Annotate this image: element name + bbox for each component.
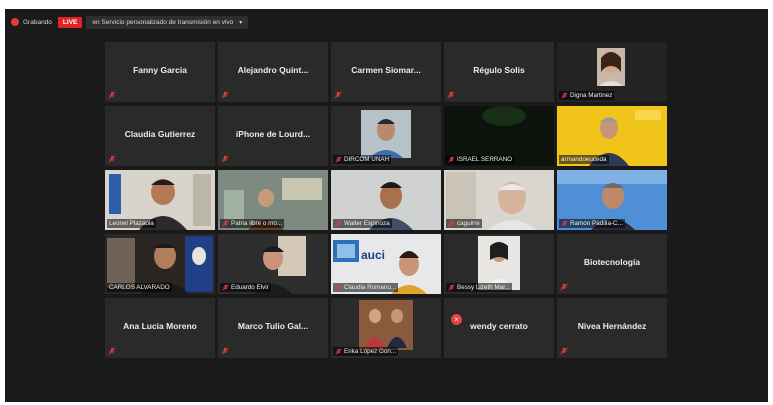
muted-mic-icon (221, 347, 229, 355)
participant-name: Régulo Solis (473, 65, 525, 75)
participant-label: DIRCOM UNAH (333, 155, 392, 164)
participant-name: Ramón Padilla-C... (570, 220, 623, 227)
participant-tile[interactable]: Eduardo Elvir (218, 234, 328, 294)
auci-logo: auci (361, 248, 386, 262)
participant-tile[interactable]: ISRAEL SERRANO (444, 106, 554, 166)
participant-label: Bessy Lizeth Mar... (446, 283, 513, 292)
participant-label: caguirre (446, 219, 482, 228)
muted-mic-icon (560, 347, 568, 355)
participant-label: ISRAEL SERRANO (446, 155, 515, 164)
participant-tile[interactable]: Régulo Solis (444, 42, 554, 102)
stream-dropdown[interactable]: en Servicio personalizado de transmisión… (86, 15, 249, 29)
muted-mic-icon (560, 283, 568, 291)
muted-mic-icon (561, 220, 568, 227)
top-bar: Grabando LIVE en Servicio personalizado … (5, 9, 768, 35)
participant-name: Claudia Romano... (344, 284, 397, 291)
participant-name: Ana Lucia Moreno (123, 321, 197, 331)
participant-tile[interactable]: Ramón Padilla-C... (557, 170, 667, 230)
recording-icon (11, 18, 19, 26)
muted-mic-icon (448, 284, 455, 291)
participant-tile[interactable]: Biotecnología (557, 234, 667, 294)
participant-name: Digna Martinez (570, 92, 613, 99)
muted-mic-icon (448, 156, 455, 163)
participant-label: Patria libre o mo... (220, 219, 285, 228)
muted-mic-icon (335, 156, 342, 163)
muted-mic-icon (561, 92, 568, 99)
participant-name: Carmen Siomar... (351, 65, 421, 75)
participant-tile[interactable]: Fanny Garcia (105, 42, 215, 102)
participant-tile[interactable]: Patria libre o mo... (218, 170, 328, 230)
participant-label: Leonel Plazaola (107, 219, 156, 228)
participant-name: Eduardo Elvir (231, 284, 269, 291)
participant-name: Leonel Plazaola (109, 220, 154, 227)
participant-tile[interactable]: Ana Lucia Moreno (105, 298, 215, 358)
muted-mic-icon (334, 91, 342, 99)
participant-name: Marco Tulio Gal... (237, 321, 309, 331)
participant-label: armandoeuceda (559, 155, 609, 164)
participant-tile[interactable]: Carmen Siomar... (331, 42, 441, 102)
participant-name: Bessy Lizeth Mar... (457, 284, 511, 291)
participant-name: DIRCOM UNAH (344, 156, 390, 163)
participant-tile[interactable]: Walter Espinoza (331, 170, 441, 230)
participant-label: Eduardo Elvir (220, 283, 271, 292)
participant-name: Nivea Hernández (577, 321, 647, 331)
muted-mic-icon (222, 284, 229, 291)
participant-tile[interactable]: Claudia Gutierrez (105, 106, 215, 166)
muted-mic-icon (108, 91, 116, 99)
participant-label: CARLOS ALVARADO (107, 283, 172, 292)
close-icon[interactable]: × (451, 314, 462, 325)
participant-name: CARLOS ALVARADO (109, 284, 170, 291)
participant-name: Patria libre o mo... (231, 220, 283, 227)
muted-mic-icon (335, 348, 342, 355)
participant-tile[interactable]: iPhone de Lourd... (218, 106, 328, 166)
participant-label: Ramón Padilla-C... (559, 219, 625, 228)
participant-tile[interactable]: wendy cerrato (444, 298, 554, 358)
participant-name: Alejandro Quint... (237, 65, 309, 75)
participant-label: Erika López Gon... (333, 347, 399, 356)
participant-name: Fanny Garcia (133, 65, 187, 75)
participant-tile[interactable]: Erika López Gon... (331, 298, 441, 358)
participant-tile-active-speaker[interactable]: CARLOS ALVARADO (105, 234, 215, 294)
participant-tile[interactable]: Digna Martinez (557, 42, 667, 102)
participant-tile[interactable]: Alejandro Quint... (218, 42, 328, 102)
chevron-down-icon: ▾ (239, 19, 243, 26)
muted-mic-icon (222, 220, 229, 227)
participant-name: iPhone de Lourd... (235, 129, 311, 139)
participant-label: Claudia Romano... (333, 283, 399, 292)
muted-mic-icon (335, 284, 342, 291)
participant-name: armandoeuceda (561, 156, 607, 163)
participant-tile[interactable]: Leonel Plazaola (105, 170, 215, 230)
participant-tile[interactable]: auci Claudia Romano... (331, 234, 441, 294)
participant-tile[interactable]: armandoeuceda (557, 106, 667, 166)
participant-label: Digna Martinez (559, 91, 615, 100)
participant-name: Claudia Gutierrez (124, 129, 196, 139)
participant-tile[interactable]: DIRCOM UNAH (331, 106, 441, 166)
participant-name: ISRAEL SERRANO (457, 156, 513, 163)
participant-name: Walter Espinoza (344, 220, 390, 227)
muted-mic-icon (221, 91, 229, 99)
muted-mic-icon (221, 155, 229, 163)
muted-mic-icon (447, 91, 455, 99)
muted-mic-icon (448, 220, 455, 227)
participant-tile[interactable]: Bessy Lizeth Mar... (444, 234, 554, 294)
stream-label: en Servicio personalizado de transmisión… (92, 18, 234, 26)
participant-name: caguirre (457, 220, 480, 227)
muted-mic-icon (108, 347, 116, 355)
participant-tile[interactable]: Nivea Hernández (557, 298, 667, 358)
participant-tile[interactable]: caguirre (444, 170, 554, 230)
participant-tile[interactable]: Marco Tulio Gal... (218, 298, 328, 358)
muted-mic-icon (108, 155, 116, 163)
participant-name: Erika López Gon... (344, 348, 397, 355)
participant-label: Walter Espinoza (333, 219, 392, 228)
recording-label: Grabando (23, 18, 52, 26)
live-badge[interactable]: LIVE (57, 16, 83, 28)
participant-name: Biotecnología (583, 257, 641, 267)
muted-mic-icon (335, 220, 342, 227)
